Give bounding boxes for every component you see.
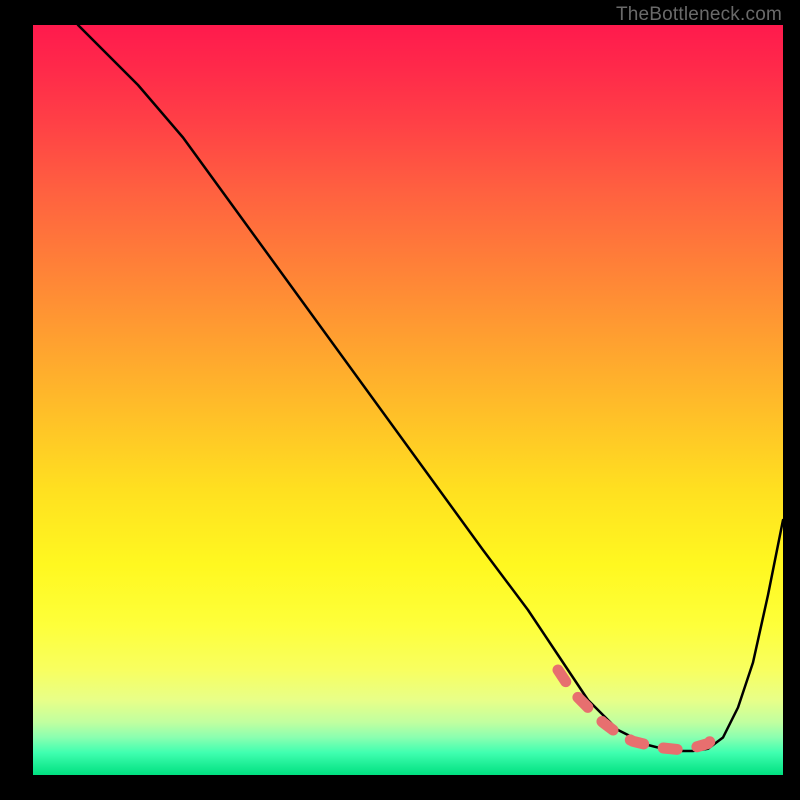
chart-frame: TheBottleneck.com — [0, 0, 800, 800]
bottleneck-curve — [78, 25, 783, 751]
watermark-text: TheBottleneck.com — [616, 4, 782, 26]
bottleneck-dash-region — [558, 670, 716, 750]
chart-svg — [33, 25, 783, 775]
plot-area — [33, 25, 783, 775]
